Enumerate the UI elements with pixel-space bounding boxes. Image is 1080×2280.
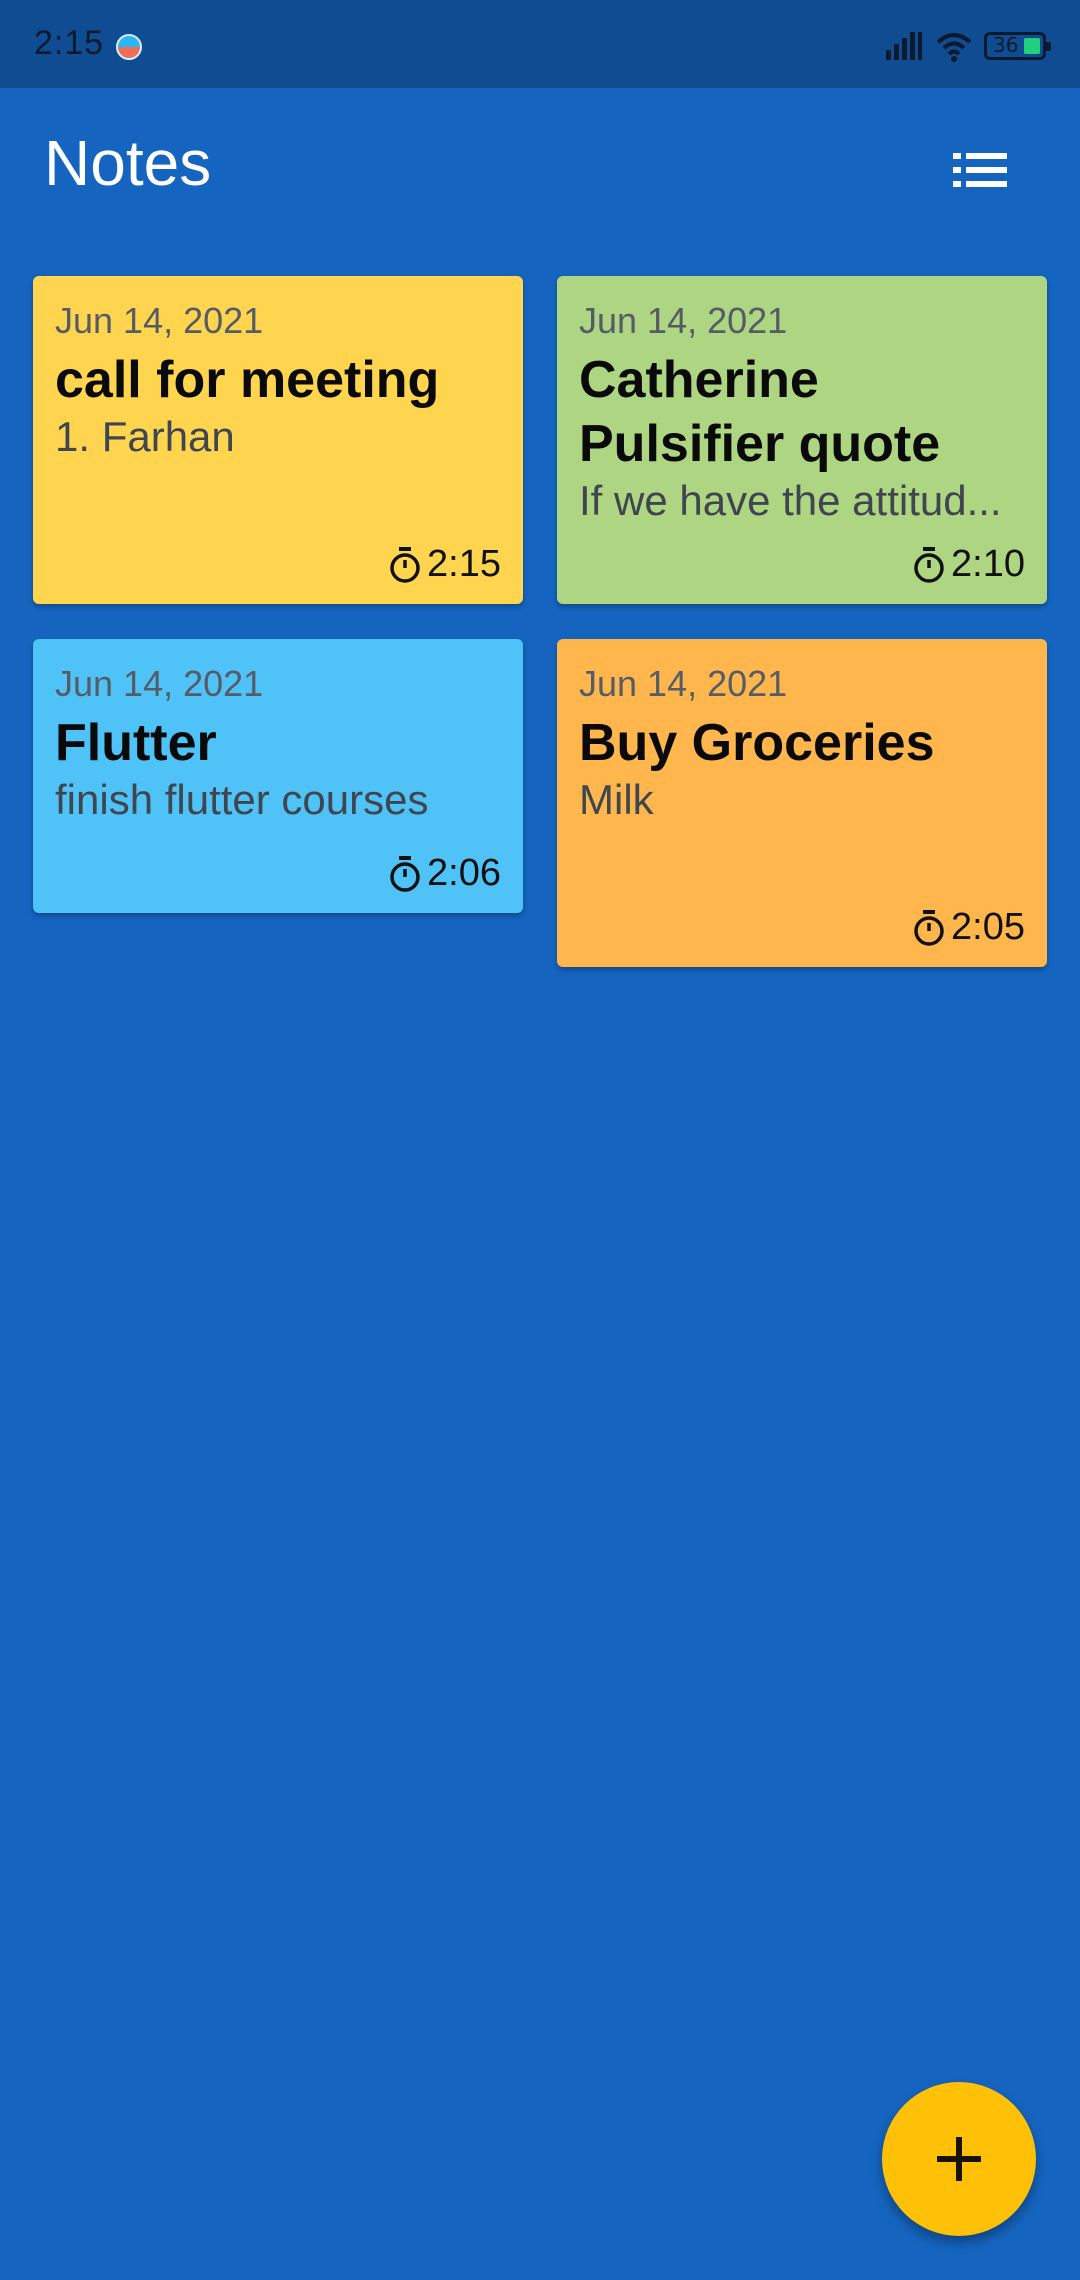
note-time: 2:06 bbox=[387, 852, 501, 895]
wifi-icon bbox=[936, 33, 972, 62]
app-notification-icon bbox=[116, 34, 142, 60]
signal-icon bbox=[886, 32, 922, 60]
add-icon bbox=[937, 2137, 981, 2181]
note-body: finish flutter courses bbox=[55, 776, 429, 823]
note-time-label: 2:05 bbox=[951, 906, 1025, 948]
note-body: 1. Farhan bbox=[55, 413, 235, 460]
timer-icon bbox=[914, 909, 944, 946]
note-title: Buy Groceries bbox=[579, 714, 935, 772]
timer-icon bbox=[390, 855, 420, 892]
note-time-label: 2:10 bbox=[951, 543, 1025, 585]
note-card[interactable]: Jun 14, 2021 Buy Groceries Milk 2:05 bbox=[557, 639, 1047, 967]
note-title: Catherine Pulsifier quote bbox=[579, 351, 941, 473]
timer-icon bbox=[914, 546, 944, 583]
note-date: Jun 14, 2021 bbox=[579, 300, 788, 341]
note-card[interactable]: Jun 14, 2021 Flutter finish flutter cour… bbox=[33, 639, 523, 913]
note-time: 2:10 bbox=[911, 543, 1025, 586]
status-bar: 2:15 36 bbox=[0, 0, 1080, 88]
note-body: If we have the attitud... bbox=[579, 477, 1002, 524]
battery-icon: 36 bbox=[984, 32, 1051, 60]
note-card[interactable]: Jun 14, 2021 call for meeting 1. Farhan … bbox=[33, 276, 523, 604]
note-title: call for meeting bbox=[55, 351, 440, 409]
status-time: 2:15 bbox=[34, 24, 105, 62]
note-body: Milk bbox=[579, 776, 654, 823]
note-time-label: 2:15 bbox=[427, 543, 501, 585]
add-note-button[interactable] bbox=[882, 2082, 1036, 2236]
app-bar: Notes bbox=[0, 88, 1080, 244]
timer-icon bbox=[390, 546, 420, 583]
note-date: Jun 14, 2021 bbox=[55, 300, 264, 341]
note-title: Flutter bbox=[55, 714, 217, 772]
note-time: 2:05 bbox=[911, 906, 1025, 949]
note-time-label: 2:06 bbox=[427, 852, 501, 894]
note-time: 2:15 bbox=[387, 543, 501, 586]
page-title: Notes bbox=[44, 127, 212, 199]
note-date: Jun 14, 2021 bbox=[579, 663, 788, 704]
note-date: Jun 14, 2021 bbox=[55, 663, 264, 704]
note-card[interactable]: Jun 14, 2021 Catherine Pulsifier quote I… bbox=[557, 276, 1047, 604]
battery-level: 36 bbox=[993, 33, 1019, 57]
list-view-icon bbox=[953, 153, 1007, 187]
list-view-toggle-button[interactable] bbox=[940, 138, 1020, 202]
